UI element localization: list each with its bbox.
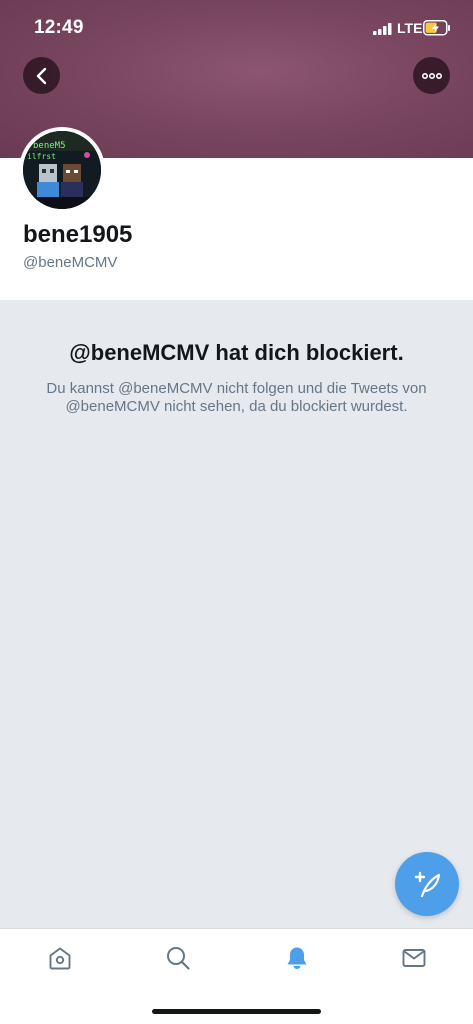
avatar-text-line-2: ilfrst	[27, 152, 56, 161]
avatar-artwork: beneM5 ilfrst	[23, 131, 101, 209]
back-button[interactable]	[23, 57, 60, 94]
compose-tweet-icon	[414, 871, 441, 898]
network-type: LTE	[397, 20, 423, 36]
display-name: bene1905	[23, 221, 133, 248]
cellular-signal-icon	[373, 23, 392, 35]
status-bar: 12:49 LTE	[0, 0, 473, 56]
compose-tweet-button[interactable]	[395, 852, 459, 916]
more-horizontal-icon	[421, 72, 442, 79]
status-time: 12:49	[34, 17, 84, 38]
bell-icon	[287, 947, 307, 969]
chevron-left-icon	[36, 67, 46, 84]
blocked-title: @beneMCMV hat dich blockiert.	[69, 340, 404, 365]
mail-icon	[402, 949, 426, 967]
avatar-image: beneM5 ilfrst	[23, 131, 101, 209]
home-icon	[49, 947, 71, 970]
battery-icon	[423, 20, 450, 36]
avatar-text-line-1: beneM5	[33, 141, 66, 151]
more-options-button[interactable]	[413, 57, 450, 94]
search-icon	[167, 947, 190, 970]
tab-notifications[interactable]	[282, 943, 312, 973]
profile-handle: @beneMCMV	[23, 254, 118, 271]
home-indicator[interactable]	[152, 1009, 321, 1014]
blocked-description: Du kannst @beneMCMV nicht folgen und die…	[46, 380, 427, 415]
tab-messages[interactable]	[399, 943, 429, 973]
tab-home[interactable]	[45, 943, 75, 973]
tab-search[interactable]	[163, 943, 193, 973]
avatar[interactable]: beneM5 ilfrst	[19, 127, 105, 213]
